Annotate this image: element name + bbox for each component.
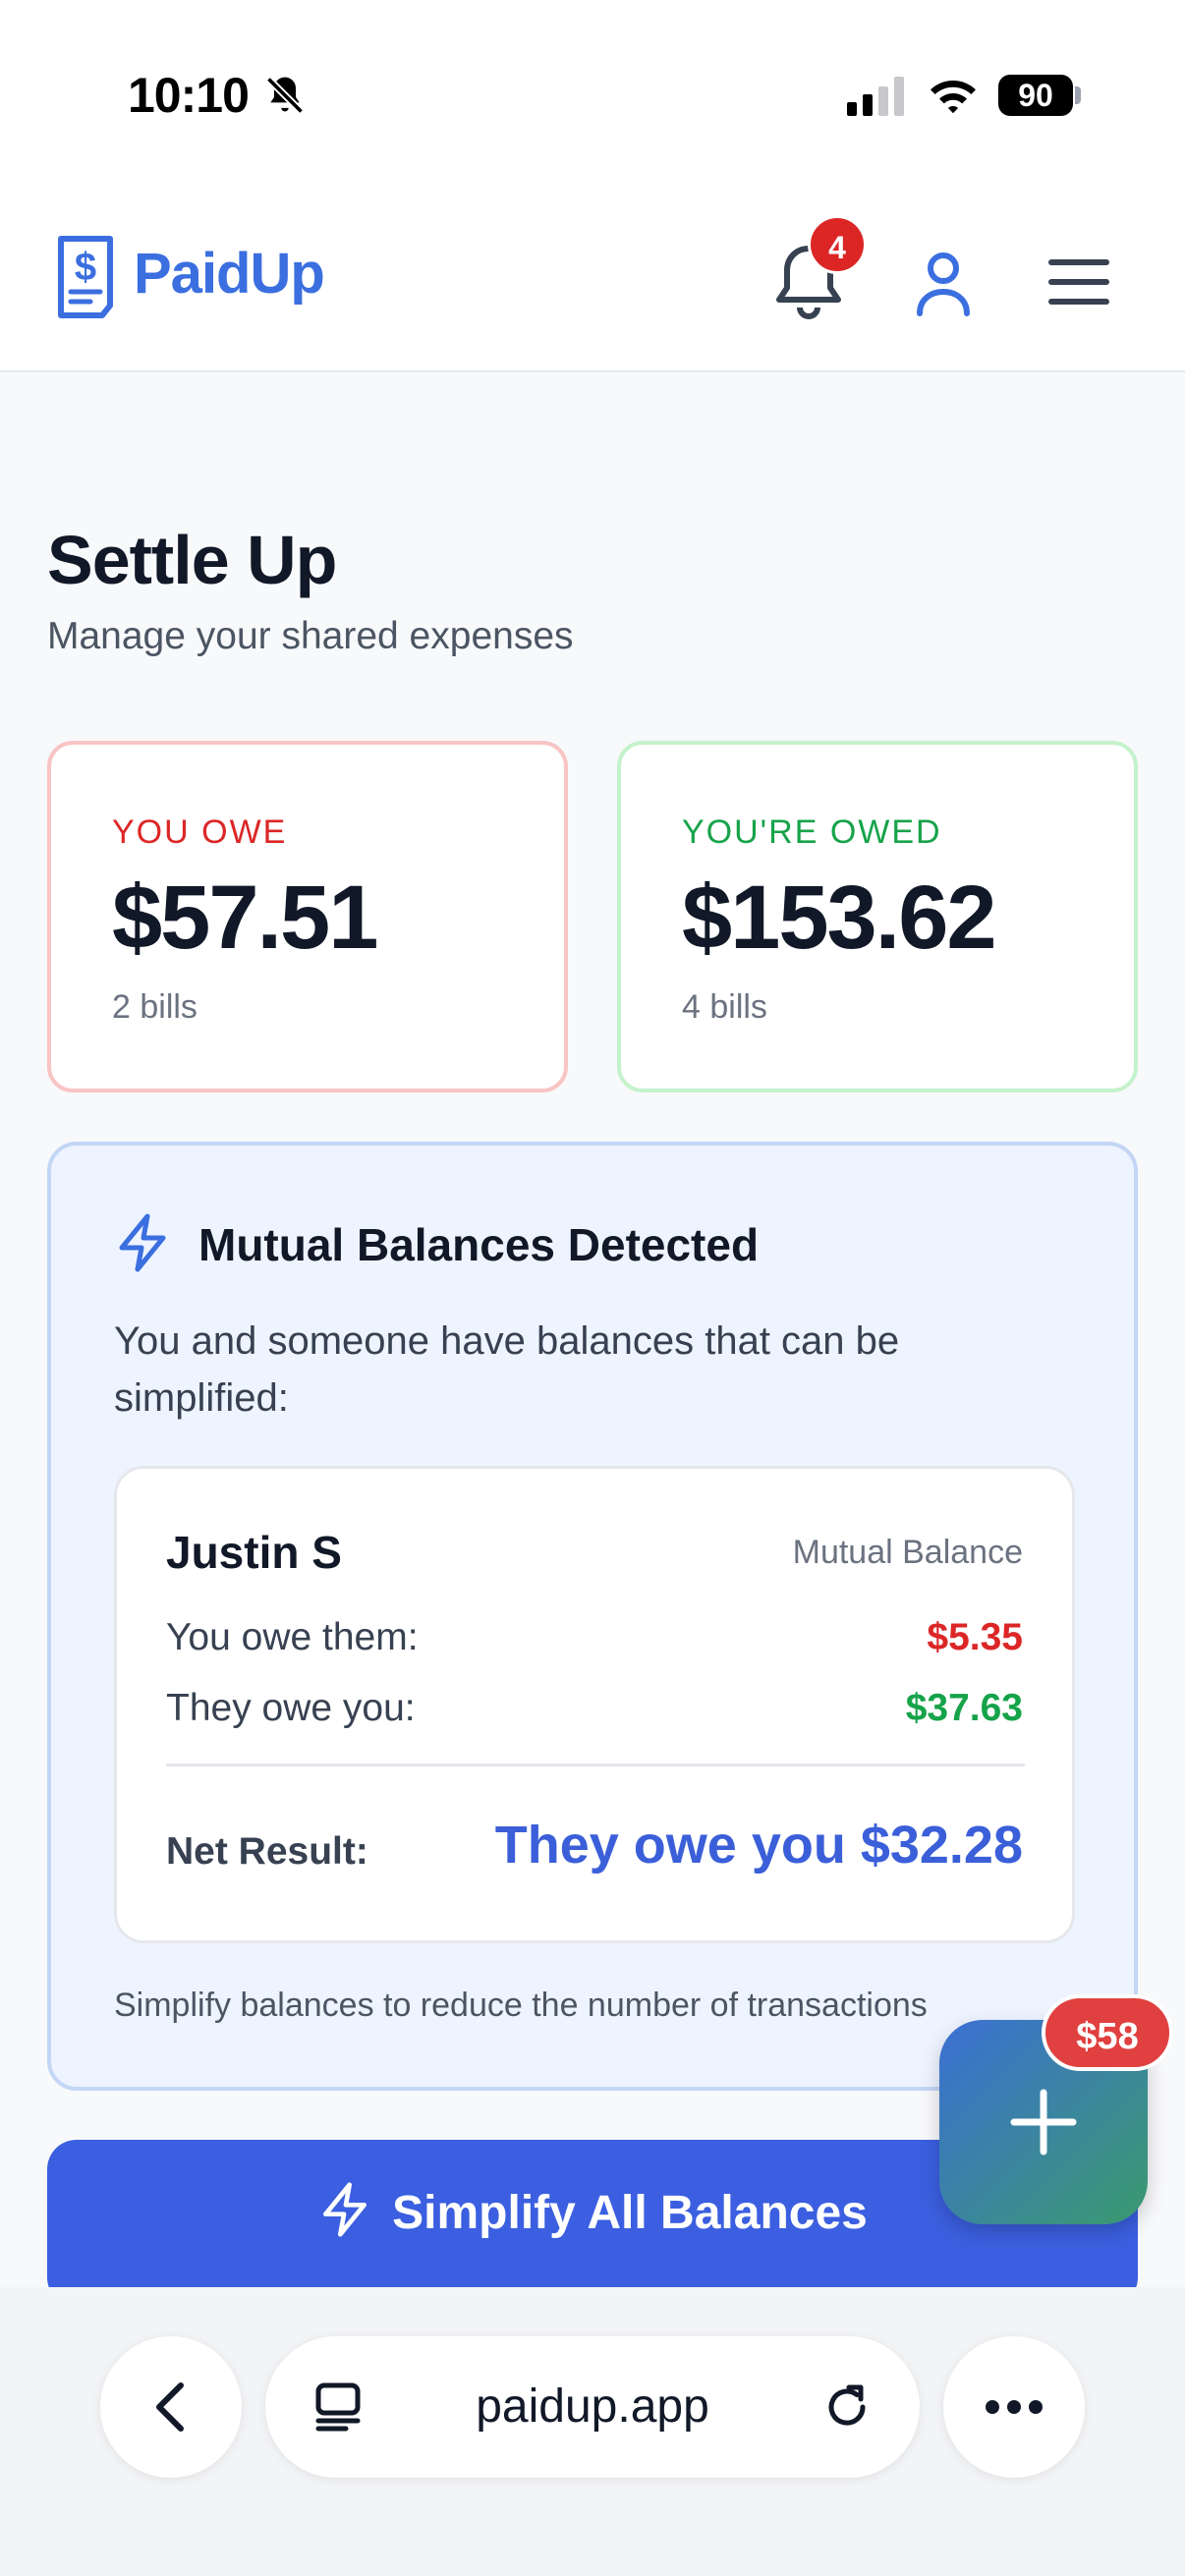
- mutual-balance-tag: Mutual Balance: [792, 1534, 1023, 1571]
- chevron-left-icon: [156, 2382, 184, 2432]
- you-owe-card[interactable]: YOU OWE $57.51 2 bills: [47, 741, 568, 1092]
- fab-amount-badge: $58: [1042, 1994, 1173, 2071]
- notification-badge: 4: [808, 215, 867, 274]
- mutual-balances-title: Mutual Balances Detected: [198, 1219, 760, 1270]
- status-bar: 10:10 90: [0, 0, 1185, 192]
- reload-icon[interactable]: [819, 2380, 875, 2435]
- mutual-balances-description: You and someone have balances that can b…: [114, 1319, 900, 1420]
- mutual-balances-panel: Mutual Balances Detected You and someone…: [47, 1142, 1138, 2091]
- page-title: Settle Up: [47, 522, 337, 598]
- ellipsis-icon: [986, 2400, 1043, 2414]
- brand-name[interactable]: PaidUp: [134, 241, 325, 307]
- user-icon[interactable]: [914, 243, 973, 321]
- mutual-balance-card[interactable]: Justin S Mutual Balance You owe them: $5…: [114, 1466, 1075, 1943]
- they-owe-you-label: They owe you:: [166, 1687, 416, 1729]
- net-result-label: Net Result:: [166, 1830, 368, 1873]
- more-options-button[interactable]: [943, 2336, 1085, 2478]
- browser-toolbar: paidup.app: [0, 2287, 1185, 2576]
- svg-text:$: $: [75, 246, 96, 289]
- you-owe-amount: $57.51: [112, 868, 378, 968]
- you-owe-label: YOU OWE: [112, 813, 288, 851]
- net-result-value: They owe you $32.28: [494, 1816, 1023, 1875]
- lightning-bolt-icon: [323, 2182, 367, 2237]
- you-owe-bills: 2 bills: [112, 988, 198, 1026]
- simplify-note: Simplify balances to reduce the number o…: [114, 1987, 928, 2024]
- you-are-owed-amount: $153.62: [682, 868, 997, 968]
- simplify-button-label: Simplify All Balances: [392, 2187, 868, 2239]
- divider: [166, 1764, 1025, 1766]
- address-bar[interactable]: paidup.app: [265, 2336, 920, 2478]
- you-are-owed-label: YOU'RE OWED: [682, 813, 942, 851]
- lightning-bolt-icon: [119, 1213, 166, 1272]
- you-are-owed-card[interactable]: YOU'RE OWED $153.62 4 bills: [617, 741, 1138, 1092]
- page-subtitle: Manage your shared expenses: [47, 615, 574, 657]
- battery-indicator: 90: [998, 75, 1073, 116]
- back-button[interactable]: [100, 2336, 242, 2478]
- receipt-logo-icon[interactable]: $: [49, 233, 122, 321]
- you-owe-them-label: You owe them:: [166, 1616, 419, 1658]
- person-name: Justin S: [166, 1527, 342, 1578]
- you-owe-them-value: $5.35: [927, 1616, 1023, 1658]
- cellular-signal-icon: [847, 77, 904, 116]
- bell-off-icon: [265, 76, 305, 115]
- plus-icon: [1010, 2089, 1077, 2156]
- battery-cap: [1075, 86, 1081, 104]
- they-owe-you-value: $37.63: [905, 1687, 1023, 1729]
- wifi-icon: [931, 81, 976, 114]
- status-time: 10:10: [128, 68, 250, 123]
- you-are-owed-bills: 4 bills: [682, 988, 767, 1026]
- app-header: $ PaidUp 4: [0, 192, 1185, 372]
- hamburger-menu-icon[interactable]: [1047, 247, 1110, 315]
